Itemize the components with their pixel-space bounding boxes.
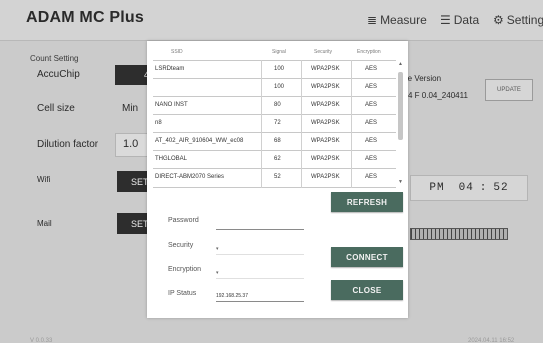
nav-setting[interactable]: ⚙ Setting <box>493 13 543 27</box>
footer-version: V 0.0.33 <box>30 338 53 344</box>
chevron-up-icon[interactable]: ▲ <box>398 61 403 67</box>
clock-separator: : <box>479 182 488 194</box>
chevron-down-icon[interactable]: ▼ <box>398 179 403 185</box>
network-security: WPA2PSK <box>311 138 340 144</box>
list-icon: ☰ <box>440 13 451 27</box>
gear-icon: ⚙ <box>493 13 504 27</box>
top-bar: ADAM MC Plus ≣ Measure ☰ Data ⚙ Setting <box>0 0 543 41</box>
table-row[interactable]: AT_402_AIR_910604_WW_ec08 68 WPA2PSK AES <box>153 132 396 151</box>
scroll-thumb[interactable] <box>398 72 403 140</box>
menu-icon: ≣ <box>367 13 378 27</box>
network-signal: 100 <box>274 66 285 72</box>
table-row[interactable]: 100 WPA2PSK AES <box>153 78 396 97</box>
section-title: Count Setting <box>30 54 79 63</box>
table-row[interactable]: THGLOBAL 62 WPA2PSK AES <box>153 150 396 169</box>
accuchip-label: AccuChip <box>37 69 80 80</box>
dropdown-caret-icon: ▾ <box>216 246 219 252</box>
password-label: Password <box>168 217 199 224</box>
nav-measure-label: Measure <box>380 13 427 27</box>
table-row[interactable]: LSRDteam 100 WPA2PSK AES <box>153 60 396 79</box>
network-signal: 52 <box>274 174 281 180</box>
network-security: WPA2PSK <box>311 120 340 126</box>
wifi-set-label: SET <box>131 176 149 187</box>
column-header-signal: Signal <box>272 49 286 55</box>
mail-label: Mail <box>37 219 52 228</box>
network-encryption: AES <box>365 156 378 162</box>
password-input[interactable] <box>216 215 304 230</box>
clock-ampm: PM <box>429 182 445 194</box>
network-ssid: LSRDteam <box>155 66 185 72</box>
mail-set-label: SET <box>131 218 149 229</box>
update-button[interactable]: UPDATE <box>485 79 533 101</box>
firmware-version-label: re Version <box>405 74 442 83</box>
table-row[interactable]: n8 72 WPA2PSK AES <box>153 114 396 133</box>
network-ssid: THGLOBAL <box>155 156 188 162</box>
network-ssid: n8 <box>155 120 162 126</box>
network-encryption: AES <box>365 120 378 126</box>
security-dropdown[interactable]: ▾ <box>216 240 304 255</box>
column-header-encryption: Encryption <box>357 49 381 55</box>
connect-button[interactable]: CONNECT <box>331 247 403 267</box>
network-encryption: AES <box>365 102 378 108</box>
nav-measure[interactable]: ≣ Measure <box>367 13 427 27</box>
wifi-label: Wifi <box>37 175 51 184</box>
network-signal: 72 <box>274 120 281 126</box>
dilution-label: Dilution factor <box>37 139 99 150</box>
column-divider <box>351 60 352 188</box>
network-signal: 68 <box>274 138 281 144</box>
network-security: WPA2PSK <box>311 174 340 180</box>
network-encryption: AES <box>365 66 378 72</box>
column-header-security: Security <box>314 49 333 55</box>
table-header: SSID Signal Security Encryption <box>153 46 396 60</box>
network-encryption: AES <box>365 138 378 144</box>
network-ssid: DIRECT-ABM2070 Series <box>155 174 225 180</box>
clock-display[interactable]: PM 04 : 52 <box>410 175 528 201</box>
clock-hour: 04 <box>458 182 474 194</box>
ip-status-value: 192.168.25.37 <box>216 293 248 299</box>
nav-data[interactable]: ☰ Data <box>440 13 479 27</box>
column-header-ssid: SSID <box>171 49 183 55</box>
firmware-version-value: 4 F 0.04_240411 <box>408 91 468 100</box>
network-security: WPA2PSK <box>311 66 340 72</box>
network-security: WPA2PSK <box>311 156 340 162</box>
column-divider <box>301 60 302 188</box>
network-signal: 100 <box>274 84 285 90</box>
app-title: ADAM MC Plus <box>26 9 144 26</box>
network-ssid: AT_402_AIR_910604_WW_ec08 <box>155 138 244 144</box>
network-table: SSID Signal Security Encryption LSRDteam… <box>153 46 396 188</box>
wifi-dialog: SSID Signal Security Encryption LSRDteam… <box>147 41 408 318</box>
table-scrollbar[interactable]: ▲ ▼ <box>398 61 403 190</box>
network-security: WPA2PSK <box>311 84 340 90</box>
nav-data-label: Data <box>453 13 480 27</box>
security-label: Security <box>168 242 194 249</box>
cell-size-label: Cell size <box>37 103 75 114</box>
ip-status-label: IP Status <box>168 290 197 297</box>
network-signal: 62 <box>274 156 281 162</box>
network-security: WPA2PSK <box>311 102 340 108</box>
cell-size-value[interactable]: Min <box>122 103 138 114</box>
network-encryption: AES <box>365 174 378 180</box>
app-window: ADAM MC Plus ≣ Measure ☰ Data ⚙ Setting … <box>0 0 543 344</box>
dilution-value: 1.0 <box>123 138 139 150</box>
nav-setting-label: Setting <box>506 13 543 27</box>
footer-datetime: 2024.04.11 16:52 <box>468 338 515 344</box>
encryption-dropdown[interactable]: ▾ <box>216 264 304 279</box>
ip-status-field: 192.168.25.37 <box>216 287 304 302</box>
table-row[interactable]: NANO INST 80 WPA2PSK AES <box>153 96 396 115</box>
network-encryption: AES <box>365 84 378 90</box>
table-row[interactable]: DIRECT-ABM2070 Series 52 WPA2PSK AES <box>153 168 396 188</box>
progress-bar <box>410 228 508 240</box>
dropdown-caret-icon: ▾ <box>216 270 219 276</box>
clock-minute: 52 <box>493 182 509 194</box>
network-ssid: NANO INST <box>155 102 188 108</box>
refresh-button[interactable]: REFRESH <box>331 192 403 212</box>
network-signal: 80 <box>274 102 281 108</box>
column-divider <box>261 60 262 188</box>
encryption-label: Encryption <box>168 266 202 273</box>
close-button[interactable]: CLOSE <box>331 280 403 300</box>
